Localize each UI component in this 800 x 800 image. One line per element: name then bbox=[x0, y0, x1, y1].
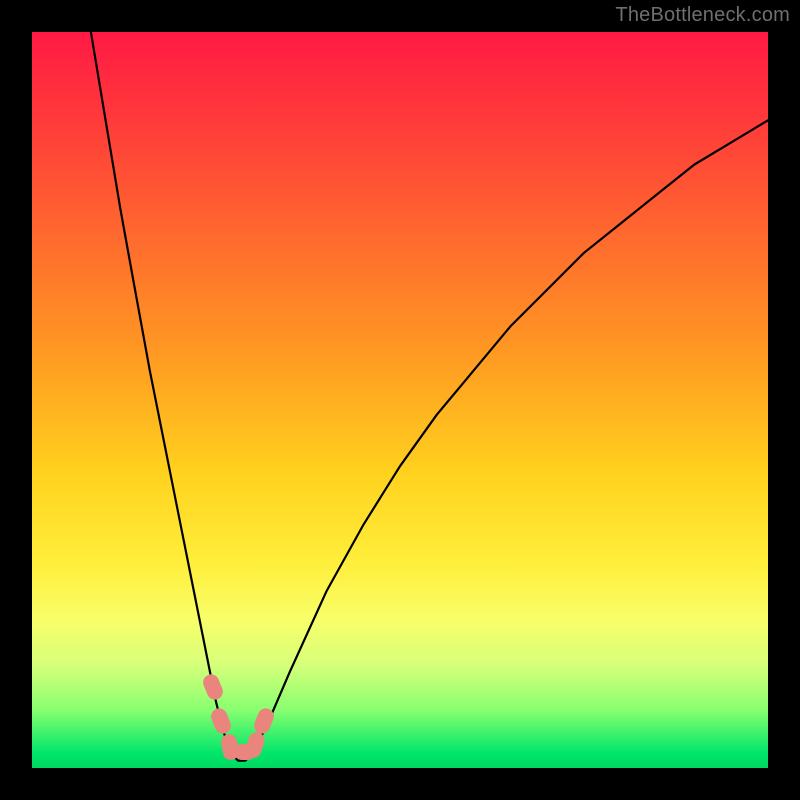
plot-area bbox=[32, 32, 768, 768]
bottleneck-curve-svg bbox=[32, 32, 768, 768]
chart-frame: TheBottleneck.com bbox=[0, 0, 800, 800]
sweet-spot-markers bbox=[201, 672, 277, 761]
bottleneck-curve-path bbox=[91, 32, 768, 761]
watermark-text: TheBottleneck.com bbox=[615, 4, 790, 27]
